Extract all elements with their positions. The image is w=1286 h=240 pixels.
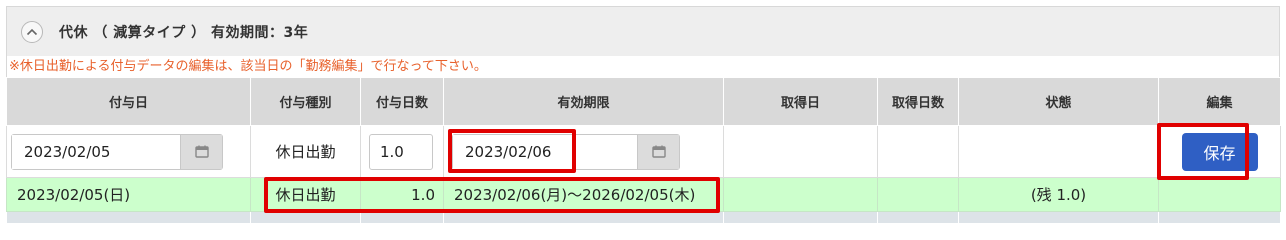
row-edit: [1158, 177, 1281, 212]
section-title: 代休 （ 減算タイプ ） 有効期間：3年: [59, 24, 309, 41]
grant-date-cell: 2023/02/05: [6, 125, 251, 178]
row-grant-date: 2023/02/05(日): [6, 177, 251, 212]
header-acquired-date: 取得日: [723, 77, 878, 126]
filler-cell: [6, 211, 251, 224]
row-validity: 2023/02/06(月)～2026/02/05(木): [443, 177, 724, 212]
table-row: [6, 211, 1281, 224]
row-acquired-date: [723, 177, 878, 212]
filler-cell: [1158, 211, 1281, 224]
grant-date-picker[interactable]: 2023/02/05: [11, 133, 223, 170]
filler-cell: [360, 211, 444, 224]
acquired-days-cell: [877, 125, 959, 178]
filler-cell: [958, 211, 1159, 224]
header-row: 付与日 付与種別 付与日数 有効期限 取得日 取得日数 状態 編集: [6, 77, 1281, 126]
expiry-date-cell: 2023/02/06: [443, 125, 724, 178]
row-grant-days: 1.0: [360, 177, 444, 212]
grant-days-input[interactable]: 1.0: [369, 133, 433, 170]
filler-cell: [723, 211, 878, 224]
table-row: 2023/02/05(日) 休日出勤 1.0 2023/02/06(月)～202…: [6, 177, 1281, 212]
expiry-date-picker[interactable]: 2023/02/06: [452, 133, 680, 170]
acquired-date-cell: [723, 125, 878, 178]
header-edit: 編集: [1158, 77, 1281, 126]
row-grant-type: 休日出勤: [250, 177, 361, 212]
grant-date-calendar-button[interactable]: [180, 134, 222, 169]
row-acquired-days: [877, 177, 959, 212]
expiry-date-input[interactable]: 2023/02/06: [453, 134, 637, 169]
section-header: 代休 （ 減算タイプ ） 有効期間：3年: [6, 6, 1280, 56]
filler-cell: [877, 211, 959, 224]
header-grant-days: 付与日数: [360, 77, 444, 126]
chevron-up-icon: [26, 28, 38, 35]
header-expiry: 有効期限: [443, 77, 724, 126]
row-status: (残 1.0): [958, 177, 1159, 212]
edit-row: 2023/02/05 休日出勤 1.0 2023/02/06 保存: [6, 125, 1281, 178]
grant-days-cell: 1.0: [360, 125, 444, 178]
edit-note: ※休日出勤による付与データの編集は、該当日の「勤務編集」で行なって下さい。: [6, 56, 1280, 77]
collapse-button[interactable]: [21, 20, 43, 43]
save-button[interactable]: 保存: [1181, 132, 1258, 171]
header-status: 状態: [958, 77, 1159, 126]
header-grant-type: 付与種別: [250, 77, 361, 126]
calendar-icon: [194, 145, 209, 158]
grant-date-input[interactable]: 2023/02/05: [12, 134, 180, 169]
calendar-icon: [651, 145, 666, 158]
status-cell: [958, 125, 1159, 178]
header-grant-date: 付与日: [6, 77, 251, 126]
filler-cell: [443, 211, 724, 224]
grant-table: 付与日 付与種別 付与日数 有効期限 取得日 取得日数 状態 編集 2023/0…: [6, 77, 1281, 224]
filler-cell: [250, 211, 361, 224]
expiry-date-calendar-button[interactable]: [637, 134, 679, 169]
edit-cell: 保存: [1158, 125, 1281, 178]
grant-type-cell: 休日出勤: [250, 125, 361, 178]
header-acquired-days: 取得日数: [877, 77, 959, 126]
